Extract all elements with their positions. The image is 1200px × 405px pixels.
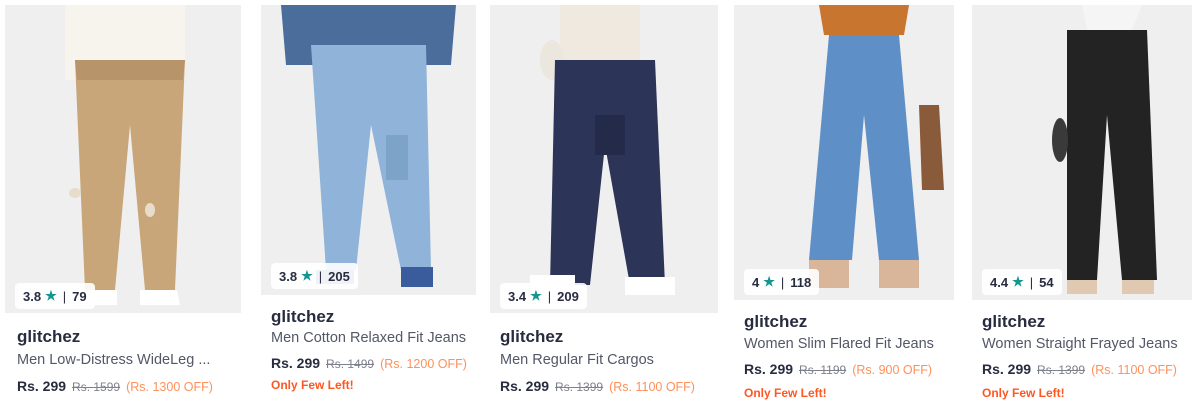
mrp-price: Rs. 1399 [555, 380, 604, 394]
product-card[interactable]: 3.8 ★ | 79 glitchez Men Low-Distress Wid… [5, 5, 241, 405]
star-icon: ★ [1012, 274, 1024, 289]
brand-name[interactable]: glitchez [17, 327, 80, 347]
price-row: Rs. 299 Rs. 1199 (Rs. 900 OFF) [744, 361, 932, 377]
discount-text: (Rs. 900 OFF) [852, 363, 933, 377]
price-row: Rs. 299 Rs. 1599 (Rs. 1300 OFF) [17, 378, 213, 394]
discount-text: (Rs. 1100 OFF) [609, 380, 695, 394]
review-count: 205 [328, 268, 350, 284]
price-row: Rs. 299 Rs. 1399 (Rs. 1100 OFF) [500, 378, 695, 394]
brand-name[interactable]: glitchez [271, 307, 334, 327]
star-icon: ★ [530, 288, 542, 303]
rating-separator: | [547, 288, 552, 304]
star-icon: ★ [763, 274, 775, 289]
review-count: 79 [72, 288, 87, 304]
star-icon: ★ [301, 268, 313, 283]
stock-badge: Only Few Left! [271, 378, 354, 392]
rating-value: 4 [752, 274, 760, 290]
review-count: 118 [790, 274, 812, 290]
review-count: 209 [557, 288, 579, 304]
product-title[interactable]: Women Straight Frayed Jeans [982, 336, 1192, 352]
product-image[interactable] [490, 5, 718, 313]
product-card[interactable]: 3.8 ★ | 205 glitchez Men Cotton Relaxed … [261, 5, 476, 405]
discount-text: (Rs. 1300 OFF) [126, 380, 213, 394]
product-image[interactable] [261, 5, 476, 295]
product-title[interactable]: Men Regular Fit Cargos [500, 352, 718, 368]
product-image[interactable] [5, 5, 241, 313]
price-row: Rs. 299 Rs. 1499 (Rs. 1200 OFF) [271, 355, 467, 371]
brand-name[interactable]: glitchez [982, 312, 1045, 332]
product-image[interactable] [972, 5, 1192, 300]
rating-separator: | [318, 268, 323, 284]
rating-value: 3.4 [508, 288, 527, 304]
mrp-price: Rs. 1399 [1037, 363, 1086, 377]
discount-text: (Rs. 1100 OFF) [1091, 363, 1177, 377]
product-title[interactable]: Women Slim Flared Fit Jeans [744, 336, 954, 352]
sale-price: Rs. 299 [500, 378, 550, 394]
product-card[interactable]: 3.4 ★ | 209 glitchez Men Regular Fit Car… [490, 5, 718, 405]
stock-badge: Only Few Left! [982, 386, 1065, 400]
sale-price: Rs. 299 [271, 355, 321, 371]
rating-badge: 4 ★ | 118 [744, 269, 820, 295]
mrp-price: Rs. 1199 [799, 363, 847, 377]
rating-badge: 4.4 ★ | 54 [982, 269, 1062, 295]
product-card[interactable]: 4.4 ★ | 54 glitchez Women Straight Fraye… [972, 5, 1192, 405]
sale-price: Rs. 299 [982, 361, 1032, 377]
product-title[interactable]: Men Low-Distress WideLeg ... [17, 352, 239, 368]
stock-badge: Only Few Left! [744, 386, 827, 400]
rating-badge: 3.8 ★ | 205 [271, 263, 358, 289]
mrp-price: Rs. 1599 [72, 380, 121, 394]
star-icon: ★ [45, 288, 57, 303]
discount-text: (Rs. 1200 OFF) [380, 357, 467, 371]
review-count: 54 [1039, 274, 1054, 290]
rating-badge: 3.8 ★ | 79 [15, 283, 95, 309]
product-title[interactable]: Men Cotton Relaxed Fit Jeans [271, 330, 476, 346]
rating-value: 3.8 [23, 288, 42, 304]
rating-value: 3.8 [279, 268, 298, 284]
rating-separator: | [1029, 274, 1034, 290]
rating-value: 4.4 [990, 274, 1009, 290]
rating-separator: | [62, 288, 67, 304]
mrp-price: Rs. 1499 [326, 357, 375, 371]
brand-name[interactable]: glitchez [744, 312, 807, 332]
price-row: Rs. 299 Rs. 1399 (Rs. 1100 OFF) [982, 361, 1177, 377]
rating-badge: 3.4 ★ | 209 [500, 283, 587, 309]
product-image[interactable] [734, 5, 954, 300]
sale-price: Rs. 299 [17, 378, 67, 394]
brand-name[interactable]: glitchez [500, 327, 563, 347]
sale-price: Rs. 299 [744, 361, 794, 377]
product-card[interactable]: 4 ★ | 118 glitchez Women Slim Flared Fit… [734, 5, 954, 405]
rating-separator: | [780, 274, 785, 290]
